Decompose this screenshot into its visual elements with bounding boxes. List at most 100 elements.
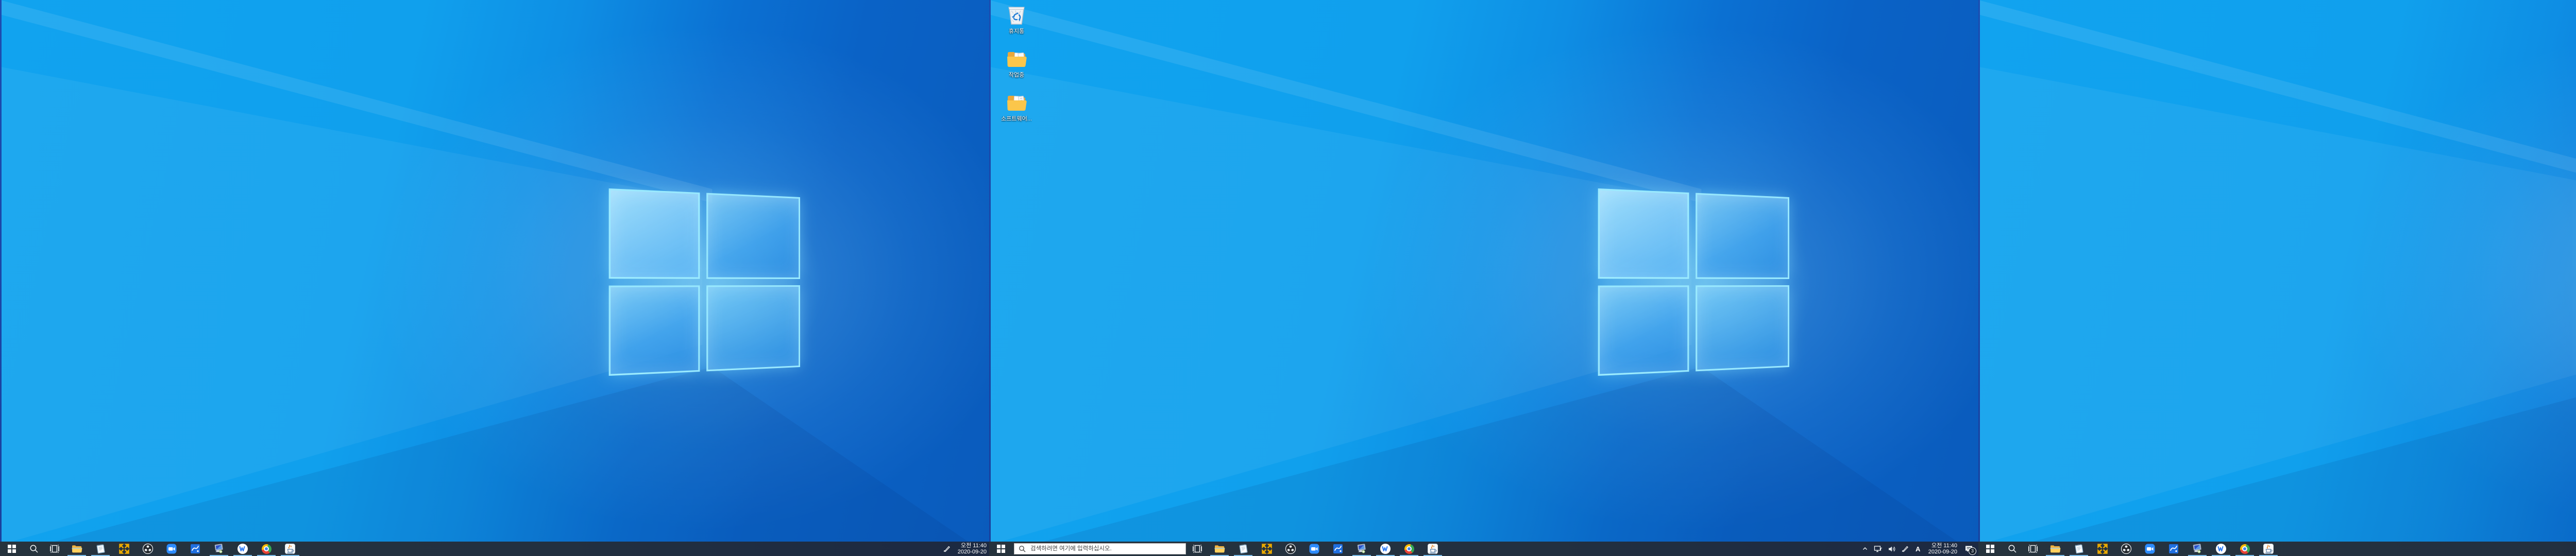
- recycle-bin-icon: [1005, 3, 1028, 27]
- system-tray-secondary: 오전 11:40 2020-09-20: [940, 542, 989, 556]
- task-view-button[interactable]: [1187, 542, 1208, 556]
- file-explorer-icon: [1214, 543, 1225, 554]
- taskbar-pin-arrows-tool[interactable]: [1255, 542, 1279, 556]
- yellow-arrows-icon: [2097, 543, 2108, 554]
- whiteboard-icon: [2168, 543, 2179, 554]
- java-coffee-icon: [2263, 543, 2274, 554]
- tray-show-hidden-icons-button[interactable]: [1859, 542, 1871, 556]
- folder-icon: [1005, 91, 1028, 114]
- task-view-icon: [2028, 544, 2038, 554]
- taskbar-pin-java-app[interactable]: [2257, 542, 2280, 556]
- desktop-icon-recycle-bin[interactable]: 휴지통: [993, 3, 1040, 35]
- yellow-arrows-icon: [118, 543, 130, 554]
- taskbar-pin-notepad[interactable]: [89, 542, 112, 556]
- java-coffee-icon: [284, 543, 296, 554]
- task-view-button[interactable]: [2023, 542, 2043, 556]
- start-button[interactable]: [0, 542, 24, 556]
- pen-icon: [943, 545, 951, 553]
- wallpaper-shadow-wedge: [0, 0, 989, 556]
- notepad-icon: [1238, 543, 1249, 554]
- desktop-icon-label: 휴지통: [1009, 28, 1024, 35]
- taskbar-pin-obs-studio[interactable]: [2114, 542, 2138, 556]
- start-button[interactable]: [1978, 542, 2002, 556]
- taskbar-pin-whale-browser[interactable]: [1374, 542, 1397, 556]
- whale-icon: [2215, 543, 2227, 554]
- whale-icon: [237, 543, 248, 554]
- taskbar-pin-whiteboard[interactable]: [1326, 542, 1350, 556]
- search-button[interactable]: [24, 542, 44, 556]
- task-view-icon: [49, 544, 60, 554]
- zoom-camera-icon: [1309, 543, 1320, 554]
- taskbar-pin-notepad[interactable]: [2067, 542, 2091, 556]
- search-input[interactable]: [1029, 545, 1181, 552]
- taskbar-pin-obs-studio[interactable]: [1279, 542, 1302, 556]
- taskbar-empty-area: [2280, 542, 2576, 556]
- volume-tray-button[interactable]: [1885, 542, 1899, 556]
- taskbar-pin-system-tool[interactable]: [1350, 542, 1374, 556]
- taskbar: 오전 11:40 2020-09-20: [0, 542, 989, 556]
- taskbar-pin-notepad[interactable]: [1231, 542, 1255, 556]
- taskbar-pin-obs-studio[interactable]: [136, 542, 160, 556]
- taskbar-clock[interactable]: 오전 11:40 2020-09-20: [1924, 542, 1960, 556]
- zoom-camera-icon: [166, 543, 177, 554]
- taskbar-pin-system-tool[interactable]: [207, 542, 231, 556]
- taskbar-pin-file-explorer[interactable]: [1208, 542, 1231, 556]
- chevron-up-icon: [1861, 545, 1869, 552]
- notification-badge: 3: [1969, 547, 1976, 555]
- network-icon: [1874, 545, 1883, 553]
- windows-logo-pane: [1696, 285, 1789, 371]
- ime-indicator[interactable]: A: [1912, 542, 1924, 556]
- taskbar-pin-arrows-tool[interactable]: [112, 542, 136, 556]
- taskbar-pin-file-explorer[interactable]: [65, 542, 89, 556]
- taskbar-pin-chrome[interactable]: [1397, 542, 1421, 556]
- obs-icon: [142, 543, 154, 554]
- taskbar-clock[interactable]: 오전 11:40 2020-09-20: [954, 542, 989, 556]
- search-button[interactable]: [2002, 542, 2023, 556]
- pen-tray-button[interactable]: [940, 542, 954, 556]
- chrome-icon: [2240, 544, 2250, 554]
- computer-gear-icon: [1356, 543, 1367, 554]
- obs-icon: [1285, 543, 1296, 554]
- taskbar-pin-chrome[interactable]: [2233, 542, 2257, 556]
- taskbar-pin-arrows-tool[interactable]: [2091, 542, 2114, 556]
- notification-center-button[interactable]: 3: [1960, 542, 1978, 556]
- taskbar-pin-java-app[interactable]: [1421, 542, 1445, 556]
- search-icon: [29, 544, 39, 553]
- task-view-button[interactable]: [44, 542, 65, 556]
- taskbar-pin-whiteboard[interactable]: [183, 542, 207, 556]
- windows-logo-wallpaper: [1598, 188, 1789, 376]
- taskbar-pin-file-explorer[interactable]: [2043, 542, 2067, 556]
- wallpaper-light-beam: [1978, 0, 2576, 556]
- chrome-icon: [262, 544, 272, 554]
- wallpaper-shadow-wedge: [989, 0, 1978, 556]
- notepad-icon: [2073, 543, 2084, 554]
- java-coffee-icon: [1427, 543, 1438, 554]
- volume-icon: [1888, 545, 1896, 553]
- taskbar-pin-zoom[interactable]: [1302, 542, 1326, 556]
- taskbar-pin-zoom[interactable]: [160, 542, 183, 556]
- taskbar-pin-chrome[interactable]: [255, 542, 278, 556]
- taskbar-pin-whiteboard[interactable]: [2162, 542, 2185, 556]
- folder-icon: [1005, 47, 1028, 71]
- windows-logo-pane: [706, 193, 800, 279]
- taskbar-pin-zoom[interactable]: [2138, 542, 2162, 556]
- taskbar-pin-system-tool[interactable]: [2185, 542, 2209, 556]
- wallpaper-light-beam: [989, 0, 1978, 556]
- network-tray-button[interactable]: [1871, 542, 1885, 556]
- taskbar-empty-area: [302, 542, 940, 556]
- taskbar-pin-whale-browser[interactable]: [2209, 542, 2233, 556]
- windows-start-icon: [997, 545, 1005, 553]
- desktop-icon-folder-work[interactable]: 작업중: [993, 47, 1040, 79]
- start-button[interactable]: [989, 542, 1013, 556]
- taskbar-pin-whale-browser[interactable]: [231, 542, 255, 556]
- desktop-icon-folder-software[interactable]: 소프트웨어...: [993, 91, 1040, 123]
- computer-gear-icon: [213, 543, 225, 554]
- windows-logo-wallpaper: [609, 188, 800, 376]
- monitor-right: 오전 11:40 2020-09-20: [1978, 0, 2576, 556]
- taskbar-search-box[interactable]: [1014, 543, 1186, 554]
- pen-tray-button[interactable]: [1899, 542, 1912, 556]
- whiteboard-icon: [190, 543, 201, 554]
- windows-logo-pane: [706, 285, 800, 371]
- taskbar-pin-java-app[interactable]: [278, 542, 302, 556]
- file-explorer-icon: [71, 543, 82, 554]
